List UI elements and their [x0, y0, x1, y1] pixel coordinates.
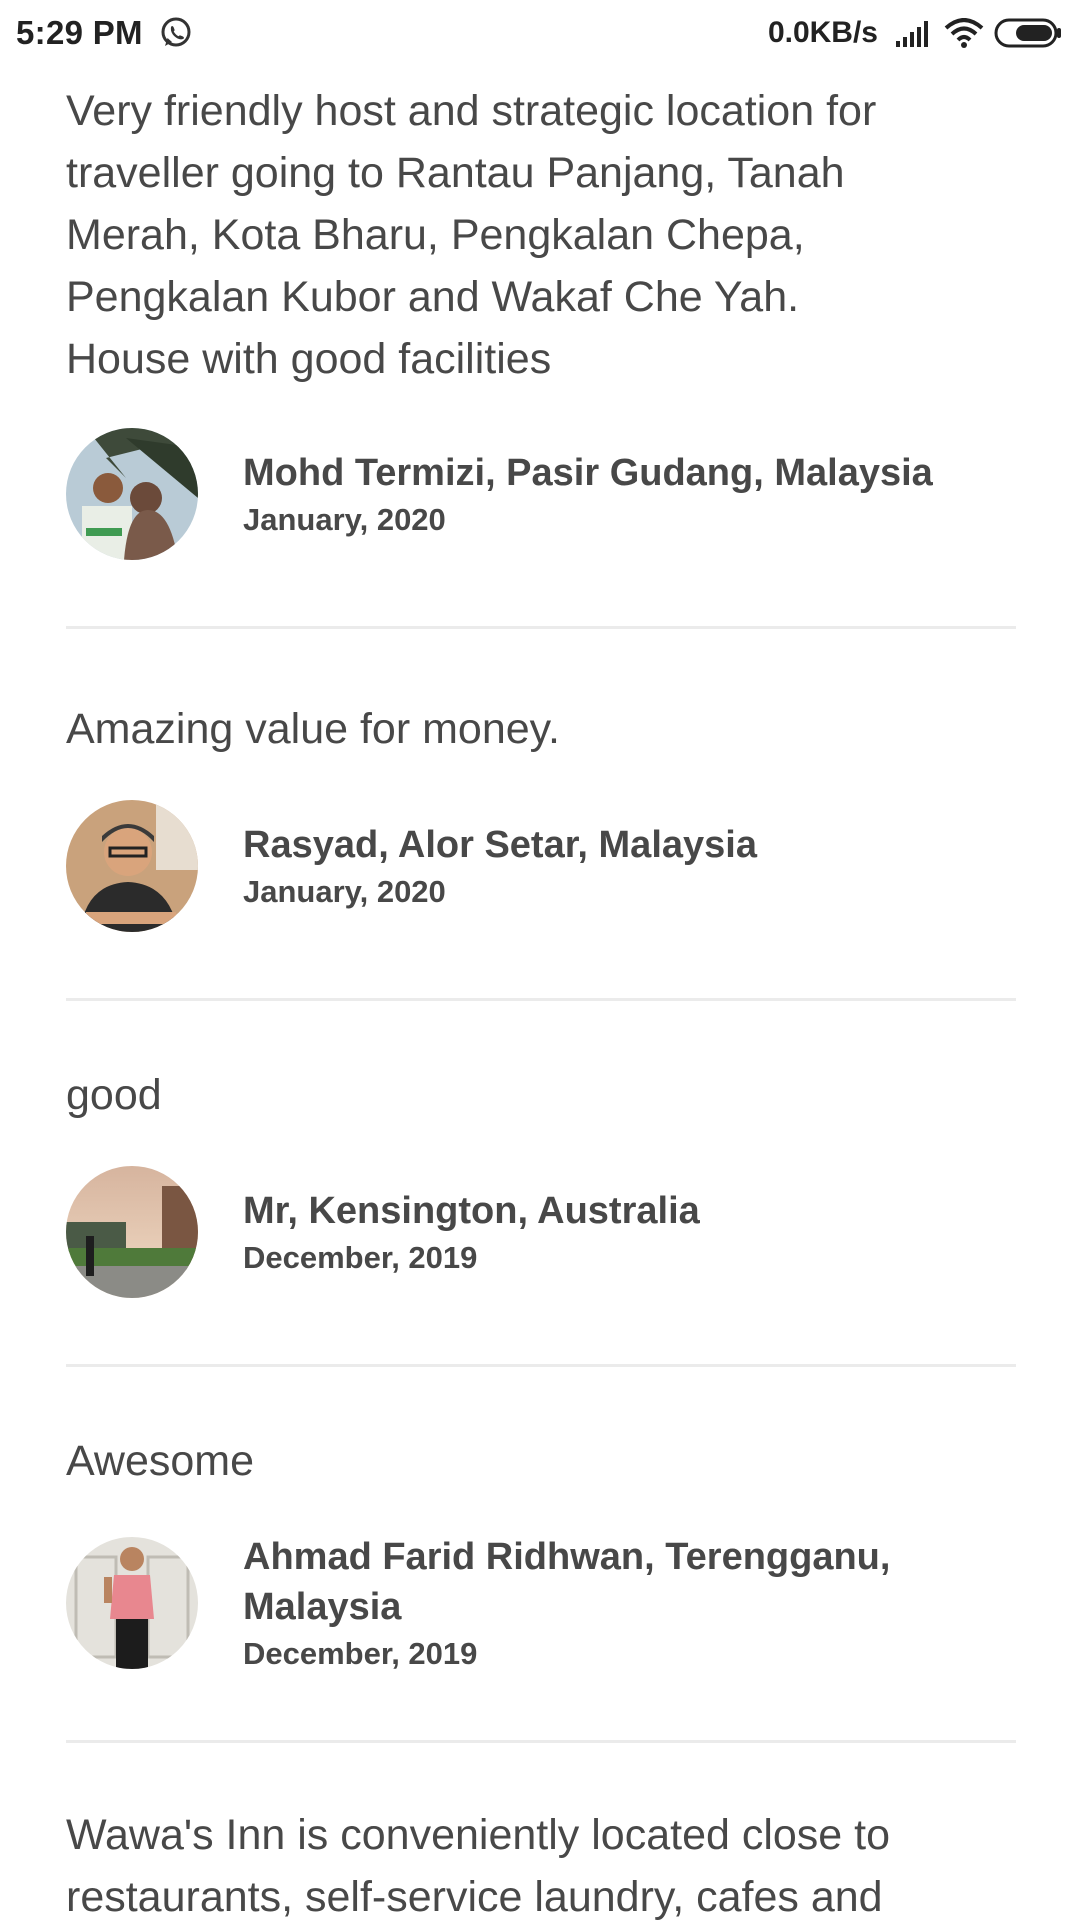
- description-text: Wawa's Inn is conveniently located close…: [66, 1804, 1016, 1928]
- avatar[interactable]: [66, 1537, 198, 1669]
- review-item: Very friendly host and strategic locatio…: [66, 80, 1016, 629]
- reviewer[interactable]: Mr, Kensington, Australia December, 2019: [66, 1166, 1016, 1298]
- divider: [66, 626, 1016, 629]
- review-date: January, 2020: [243, 874, 446, 909]
- review-text: Awesome: [66, 1430, 1016, 1492]
- battery-icon: [994, 17, 1062, 49]
- review-item: Awesome Ahmad Farid Ridhwan, Terengganu,…: [66, 1430, 1016, 1743]
- reviewer-name-line: Ahmad Farid Ridhwan, Terengganu,: [243, 1536, 891, 1578]
- review-date: December, 2019: [243, 1636, 478, 1671]
- review-item: Amazing value for money. Rasyad, Alor Se…: [66, 698, 1016, 1001]
- signal-icon: [896, 19, 934, 47]
- review-text: good: [66, 1064, 1016, 1126]
- reviewer-name: Mr, Kensington, Australia: [243, 1190, 700, 1232]
- avatar[interactable]: [66, 428, 198, 560]
- review-text-line: House with good facilities: [66, 335, 552, 383]
- reviewer[interactable]: Ahmad Farid Ridhwan, Terengganu, Malaysi…: [66, 1532, 1016, 1674]
- description-text-line: Wawa's Inn is conveniently located close…: [66, 1811, 891, 1859]
- divider: [66, 998, 1016, 1001]
- reviewer-name: Ahmad Farid Ridhwan, Terengganu, Malaysi…: [243, 1532, 890, 1632]
- review-text-line: traveller going to Rantau Panjang, Tanah: [66, 149, 845, 197]
- reviewer-name: Rasyad, Alor Setar, Malaysia: [243, 824, 757, 866]
- review-date: December, 2019: [243, 1240, 478, 1275]
- status-time: 5:29 PM: [16, 14, 143, 51]
- review-text-line: Very friendly host and strategic locatio…: [66, 87, 877, 135]
- divider: [66, 1740, 1016, 1743]
- review-text: Very friendly host and strategic locatio…: [66, 80, 1016, 390]
- review-text-line: Awesome: [66, 1437, 255, 1485]
- avatar[interactable]: [66, 800, 198, 932]
- reviewer[interactable]: Rasyad, Alor Setar, Malaysia January, 20…: [66, 800, 1016, 932]
- divider: [66, 1364, 1016, 1367]
- wifi-icon: [944, 18, 984, 48]
- reviewer[interactable]: Mohd Termizi, Pasir Gudang, Malaysia Jan…: [66, 428, 1016, 560]
- whatsapp-icon: [159, 16, 193, 50]
- review-text-line: Amazing value for money.: [66, 705, 560, 753]
- review-date: January, 2020: [243, 502, 446, 537]
- reviewer-name: Mohd Termizi, Pasir Gudang, Malaysia: [243, 452, 933, 494]
- review-text-line: good: [66, 1071, 162, 1119]
- review-text: Amazing value for money.: [66, 698, 1016, 760]
- avatar[interactable]: [66, 1166, 198, 1298]
- status-bar: 5:29 PM 0.0KB/s: [0, 0, 1080, 66]
- review-text-line: Pengkalan Kubor and Wakaf Che Yah.: [66, 273, 800, 321]
- review-text-line: Merah, Kota Bharu, Pengkalan Chepa,: [66, 211, 805, 259]
- reviewer-name-line: Malaysia: [243, 1586, 402, 1628]
- listing-description: Wawa's Inn is conveniently located close…: [66, 1804, 1016, 1928]
- review-item: good Mr, Kensington, Australia December,…: [66, 1064, 1016, 1367]
- description-text-line: restaurants, self-service laundry, cafes…: [66, 1873, 883, 1921]
- network-speed: 0.0KB/s: [767, 16, 878, 49]
